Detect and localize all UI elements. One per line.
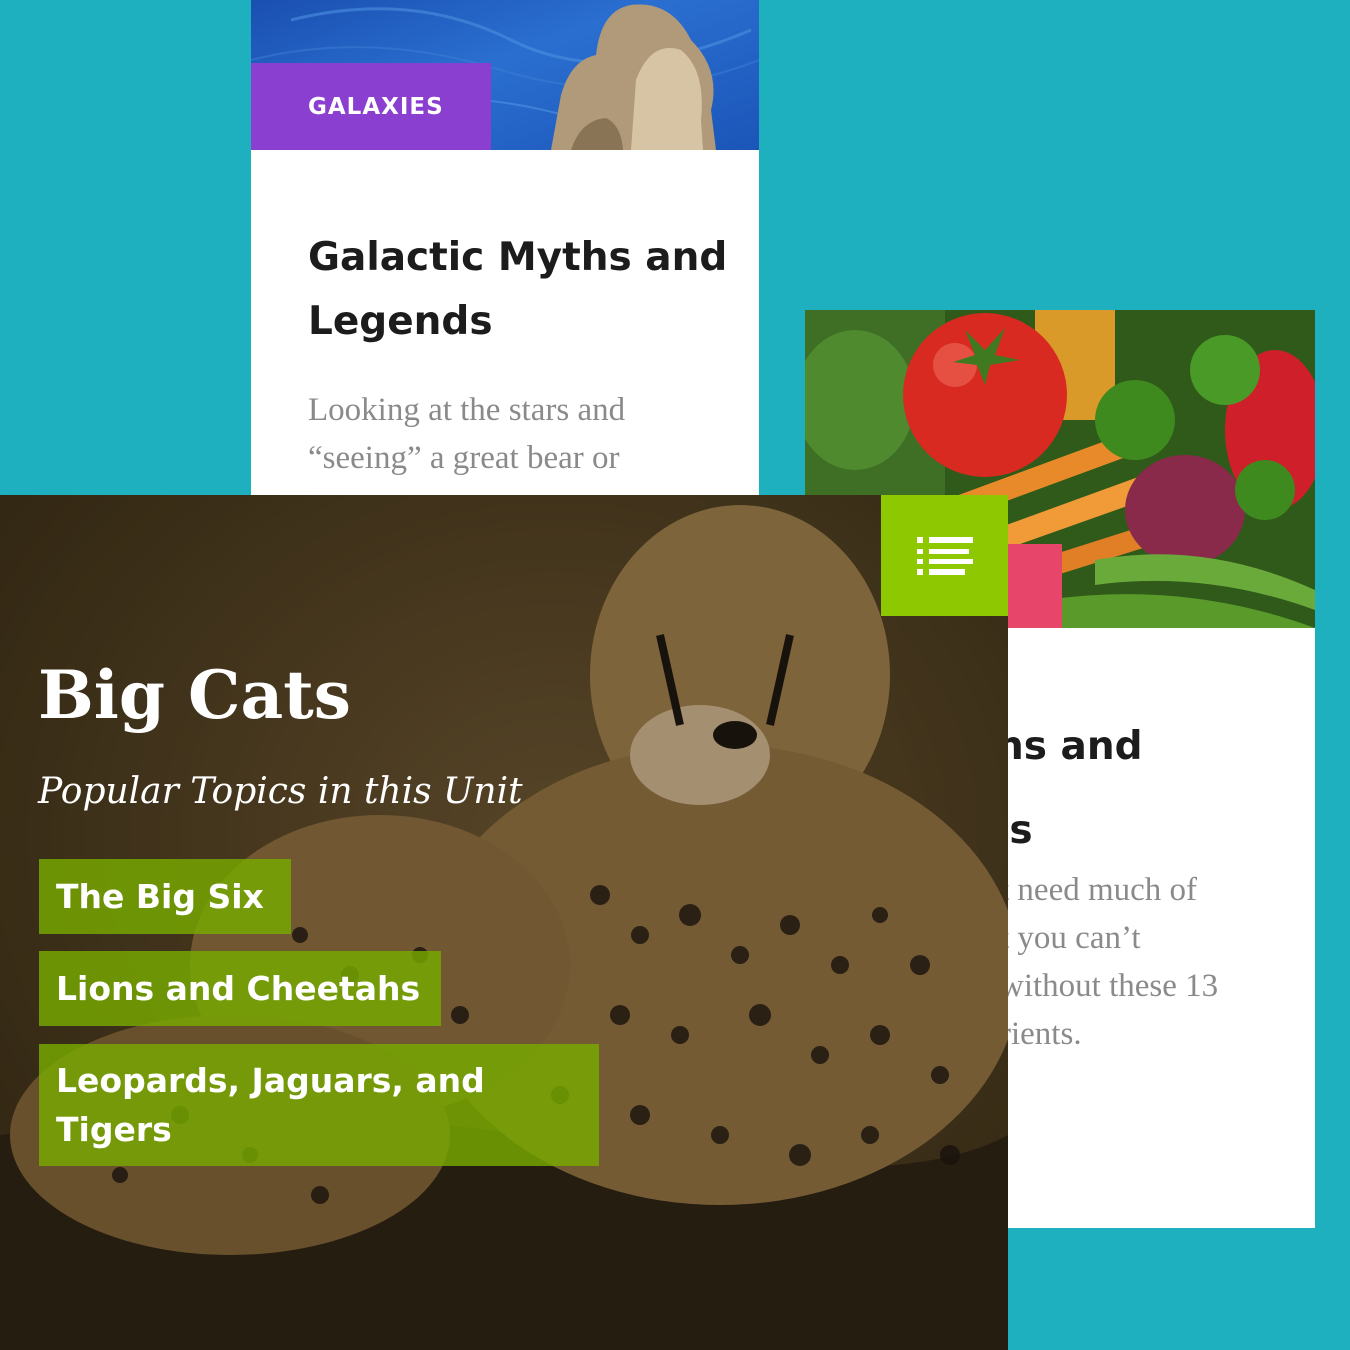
list-menu-icon — [916, 536, 973, 575]
page-title: Big Cats — [38, 656, 351, 734]
topic-button-lions-cheetahs[interactable]: Lions and Cheetahs — [39, 951, 441, 1026]
category-tag-galaxies[interactable]: GALAXIES — [251, 63, 491, 150]
topic-button-leopards-jaguars-tigers[interactable]: Leopards, Jaguars, and Tigers — [39, 1044, 599, 1166]
menu-button[interactable] — [881, 495, 1008, 616]
galaxy-card[interactable]: GALAXIES Galactic Myths and Legends Look… — [251, 0, 759, 520]
big-cats-card: Big Cats Popular Topics in this Unit The… — [0, 495, 1008, 1350]
page-subtitle: Popular Topics in this Unit — [38, 771, 523, 812]
galaxy-hero-image: GALAXIES — [251, 0, 759, 150]
topic-button-big-six[interactable]: The Big Six — [39, 859, 291, 934]
galaxy-card-excerpt: Looking at the stars and “seeing” a grea… — [308, 392, 626, 476]
galaxy-card-title[interactable]: Galactic Myths and Legends — [308, 226, 728, 354]
